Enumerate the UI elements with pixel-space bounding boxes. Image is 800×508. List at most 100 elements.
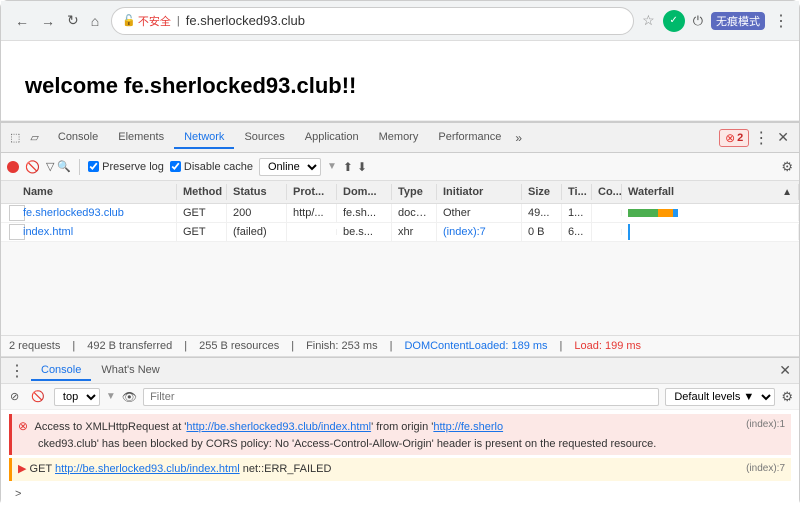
console-clear-button[interactable]: ⊘ [7, 389, 22, 404]
row-co [592, 229, 622, 235]
console-error-message: ⊗ Access to XMLHttpRequest at 'http://be… [9, 414, 791, 455]
eye-icon[interactable]: 👁 [122, 390, 137, 404]
console-filter-button[interactable]: 🚫 [28, 389, 48, 404]
devtools-tab-bar: ⬚ ▱ Console Elements Network Sources App… [1, 123, 799, 153]
table-row[interactable]: index.html GET (failed) be.s... xhr (ind… [1, 223, 799, 242]
extension-button[interactable]: ✓ [663, 10, 685, 32]
browser-toolbar: ← → ↻ ⌂ 🔓 不安全 | fe.sherlocked93.club ☆ ✓… [1, 1, 799, 41]
throttle-select[interactable]: Online [259, 158, 321, 176]
col-header-name: Name [17, 184, 177, 200]
console-prompt[interactable]: > [9, 484, 791, 505]
requests-count: 2 requests [9, 340, 60, 352]
tab-elements[interactable]: Elements [108, 127, 174, 149]
forward-button[interactable]: → [37, 11, 59, 31]
console-output: ⊗ Access to XMLHttpRequest at 'http://be… [1, 410, 799, 508]
url-display: fe.sherlocked93.club [186, 13, 623, 28]
table-row[interactable]: fe.sherlocked93.club GET 200 http/... fe… [1, 204, 799, 223]
row-status: 200 [227, 204, 287, 222]
devtools-close-button[interactable]: ✕ [773, 127, 793, 148]
devtools-icons: ⬚ ▱ [7, 128, 42, 147]
security-badge: 🔓 不安全 [122, 13, 171, 29]
checkbox-col [1, 184, 17, 200]
domcontentloaded: DOMContentLoaded: 189 ms [404, 340, 547, 352]
inspect-icon[interactable]: ⬚ [7, 128, 23, 147]
tab-memory[interactable]: Memory [369, 127, 429, 149]
tab-whats-new[interactable]: What's New [91, 361, 169, 381]
address-bar[interactable]: 🔓 不安全 | fe.sherlocked93.club [111, 7, 634, 35]
row-protocol [287, 229, 337, 235]
more-tabs-button[interactable]: » [511, 127, 526, 149]
bookmark-icon[interactable]: ☆ [642, 12, 655, 29]
prompt-icon: > [15, 486, 21, 503]
row-initiator[interactable]: (index):7 [437, 223, 522, 241]
network-table: Name Method Status Prot... Dom... Type I… [1, 181, 799, 335]
row-time: 1... [562, 204, 592, 222]
disable-cache-checkbox[interactable] [170, 161, 181, 172]
tab-network[interactable]: Network [174, 127, 234, 149]
console-close-button[interactable]: ✕ [779, 362, 791, 379]
warning-url[interactable]: http://be.sherlocked93.club/index.html [55, 463, 240, 475]
device-icon[interactable]: ▱ [27, 128, 41, 147]
network-toolbar: 🚫 ▽ 🔍 Preserve log Disable cache Online … [1, 153, 799, 181]
bar-green [628, 209, 658, 217]
context-select[interactable]: top [54, 388, 100, 406]
power-icon[interactable]: ⏻ [693, 13, 703, 29]
bar-blue [673, 209, 678, 217]
network-settings-button[interactable]: ⚙ [781, 159, 793, 175]
tab-application[interactable]: Application [295, 127, 369, 149]
error-count-badge[interactable]: ⊗ 2 [719, 129, 749, 147]
summary-bar: 2 requests | 492 B transferred | 255 B r… [1, 335, 799, 357]
error-url1[interactable]: http://be.sherlocked93.club/index.html [186, 421, 371, 433]
devtools-menu-button[interactable]: ⋮ [749, 126, 773, 150]
table-body: fe.sherlocked93.club GET 200 http/... fe… [1, 204, 799, 242]
row-size: 49... [522, 204, 562, 222]
row-method: GET [177, 204, 227, 222]
preserve-log-label[interactable]: Preserve log [88, 161, 164, 173]
console-dots-button[interactable]: ⋮ [9, 361, 25, 381]
tab-sources[interactable]: Sources [234, 127, 294, 149]
row-domain: fe.sh... [337, 204, 392, 222]
download-icon[interactable]: ⬇ [357, 160, 367, 174]
tab-console-bottom[interactable]: Console [31, 361, 91, 381]
preserve-log-checkbox[interactable] [88, 161, 99, 172]
separator: | [291, 340, 294, 352]
waterfall-bar [628, 208, 678, 218]
levels-select[interactable]: Default levels ▼ [665, 388, 775, 406]
nav-buttons: ← → ↻ ⌂ [11, 10, 103, 31]
search-icon[interactable]: 🔍 [57, 160, 71, 173]
tab-performance[interactable]: Performance [428, 127, 511, 149]
bar-thin-blue [628, 224, 630, 240]
console-filter-input[interactable] [143, 388, 659, 406]
page-content: welcome fe.sherlocked93.club!! [1, 41, 799, 121]
page-title: welcome fe.sherlocked93.club!! [25, 73, 356, 99]
col-header-domain: Dom... [337, 184, 392, 200]
tab-console[interactable]: Console [48, 127, 108, 149]
row-name[interactable]: index.html [17, 223, 177, 241]
transferred: 492 B transferred [87, 340, 172, 352]
separator: | [184, 340, 187, 352]
upload-icon[interactable]: ⬆ [343, 160, 353, 174]
row-waterfall [622, 205, 799, 221]
col-header-method: Method [177, 184, 227, 200]
row-method: GET [177, 223, 227, 241]
col-header-size: Size [522, 184, 562, 200]
profile-avatar[interactable]: 无痕模式 [711, 12, 765, 30]
row-name[interactable]: fe.sherlocked93.club [17, 204, 177, 222]
row-size: 0 B [522, 223, 562, 241]
refresh-button[interactable]: ↻ [63, 10, 83, 31]
clear-button[interactable]: 🚫 [25, 160, 40, 174]
separator [79, 159, 80, 175]
disable-cache-label[interactable]: Disable cache [170, 161, 253, 173]
console-warning-message: ▶ GET http://be.sherlocked93.club/index.… [9, 458, 791, 481]
col-header-waterfall: Waterfall ▲ [622, 184, 799, 200]
back-button[interactable]: ← [11, 11, 33, 31]
home-button[interactable]: ⌂ [87, 11, 103, 31]
col-header-type: Type [392, 184, 437, 200]
console-settings-button[interactable]: ⚙ [781, 389, 793, 405]
devtools-panel: ⬚ ▱ Console Elements Network Sources App… [1, 121, 799, 508]
resources: 255 B resources [199, 340, 279, 352]
error-url2[interactable]: http://fe.sherlo [433, 421, 503, 433]
menu-button[interactable]: ⋮ [773, 11, 789, 31]
filter-icon[interactable]: ▽ [46, 160, 54, 173]
record-button[interactable] [7, 161, 19, 173]
